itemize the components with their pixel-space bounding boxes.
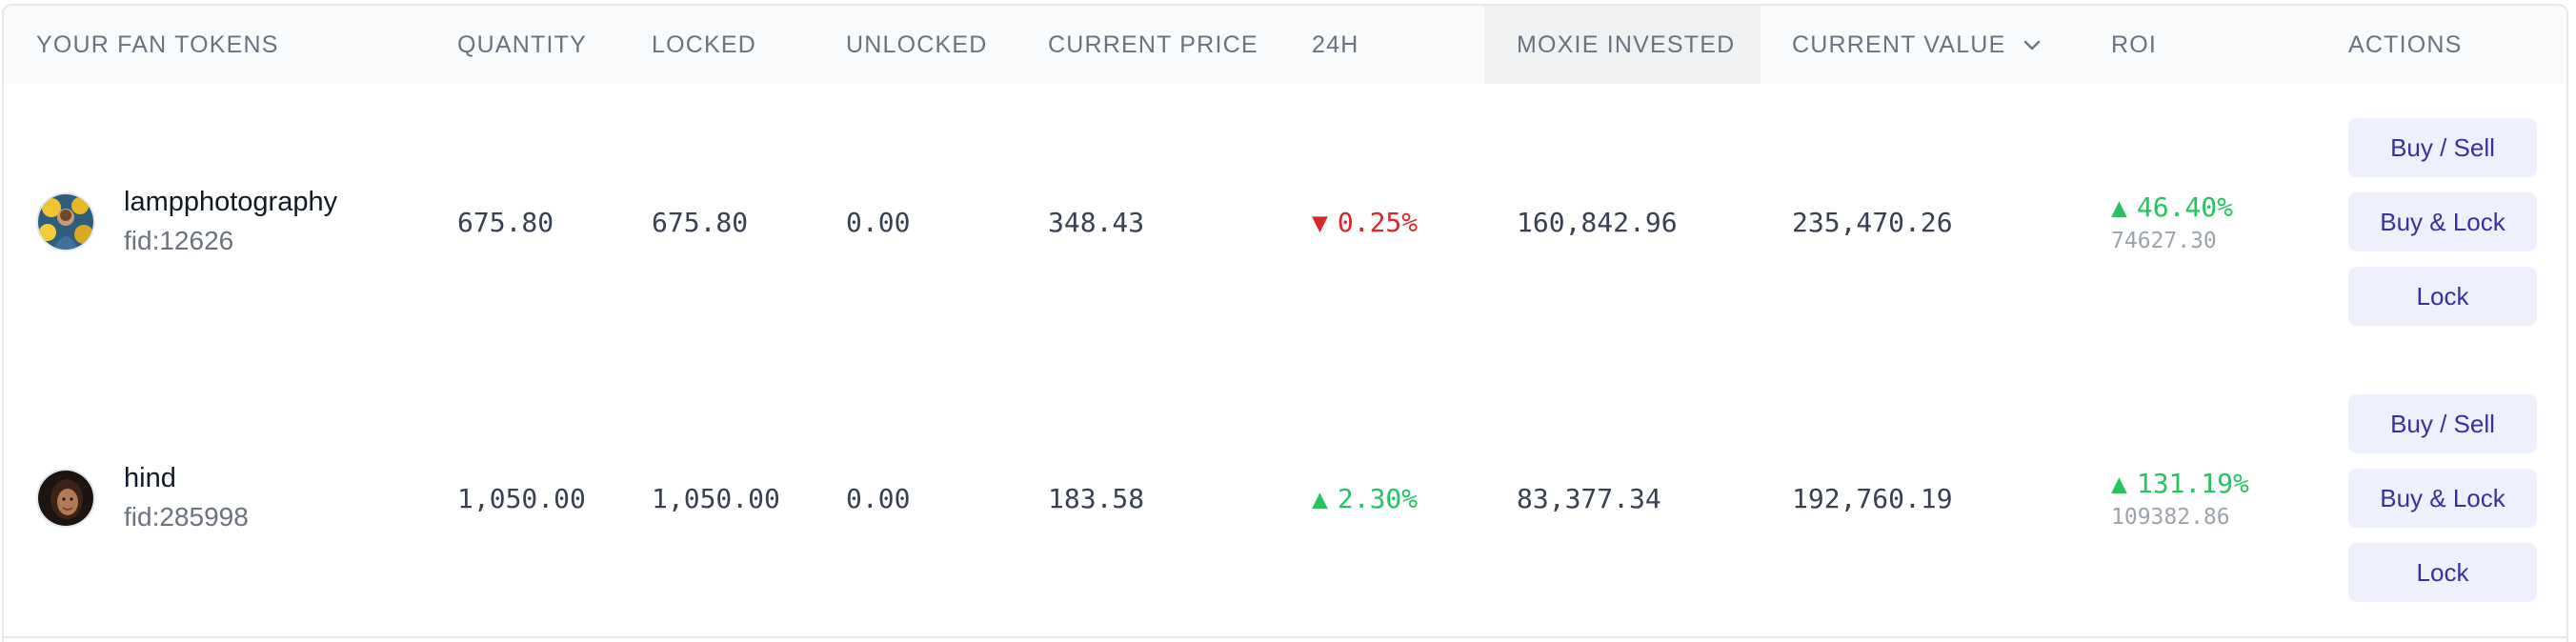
current-value-value: 235,470.26 <box>1792 206 1953 238</box>
roi-percent-value: 131.19% <box>2136 467 2249 499</box>
username: lampphotography <box>124 187 338 217</box>
buy-lock-button[interactable]: Buy & Lock <box>2348 469 2537 528</box>
roi-absolute: 74627.30 <box>2111 228 2217 253</box>
header-moxie-invested-label: MOXIE INVESTED <box>1517 30 1736 58</box>
roi-percent-value: 46.40% <box>2136 191 2234 223</box>
change-24h-value: 2.30% <box>1337 482 1419 514</box>
avatar <box>36 192 95 251</box>
header-24h: 24H <box>1312 30 1359 58</box>
moxie-invested-value: 160,842.96 <box>1517 206 1678 238</box>
lock-button[interactable]: Lock <box>2348 267 2537 326</box>
lock-button[interactable]: Lock <box>2348 543 2537 602</box>
header-current-value-label: CURRENT VALUE <box>1792 30 2006 58</box>
triangle-down-icon: ▼ <box>1312 206 1328 238</box>
table-row: lampphotography fid:12626 675.80 675.80 … <box>4 84 2566 362</box>
fan-tokens-table: YOUR FAN TOKENS QUANTITY LOCKED UNLOCKED… <box>2 4 2568 642</box>
locked-value: 1,050.00 <box>652 482 780 514</box>
avatar <box>36 469 95 528</box>
buy-sell-button[interactable]: Buy / Sell <box>2348 394 2537 453</box>
roi-cell: ▲ 131.19% 109382.86 <box>2111 360 2249 636</box>
header-actions: ACTIONS <box>2348 30 2463 58</box>
roi-percent: ▲ 131.19% <box>2111 468 2249 499</box>
header-locked: LOCKED <box>652 30 757 58</box>
header-current-price: CURRENT PRICE <box>1048 30 1258 58</box>
header-current-value[interactable]: CURRENT VALUE <box>1792 6 2042 84</box>
fid: fid:285998 <box>124 502 249 532</box>
quantity-value: 675.80 <box>457 206 554 238</box>
actions-cell: Buy / Sell Buy & Lock Lock <box>2348 84 2537 360</box>
locked-value: 675.80 <box>652 206 749 238</box>
change-24h-value: 0.25% <box>1337 206 1419 238</box>
roi-percent: ▲ 46.40% <box>2111 191 2233 223</box>
header-unlocked: UNLOCKED <box>846 30 988 58</box>
current-price-value: 348.43 <box>1048 206 1145 238</box>
header-roi: ROI <box>2111 30 2158 58</box>
buy-sell-button[interactable]: Buy / Sell <box>2348 118 2537 177</box>
actions-cell: Buy / Sell Buy & Lock Lock <box>2348 360 2537 636</box>
username: hind <box>124 463 176 493</box>
token-cell[interactable]: lampphotography fid:12626 <box>36 84 337 360</box>
token-cell[interactable]: hind fid:285998 <box>36 360 249 636</box>
current-value-value: 192,760.19 <box>1792 482 1953 514</box>
header-your-fan-tokens: YOUR FAN TOKENS <box>36 30 279 58</box>
triangle-up-icon: ▲ <box>2111 467 2127 499</box>
buy-lock-button[interactable]: Buy & Lock <box>2348 192 2537 251</box>
table-header: YOUR FAN TOKENS QUANTITY LOCKED UNLOCKED… <box>4 6 2566 84</box>
change-24h: ▼ 0.25% <box>1312 84 1418 360</box>
current-price-value: 183.58 <box>1048 482 1145 514</box>
moxie-invested-value: 83,377.34 <box>1517 482 1661 514</box>
triangle-up-icon: ▲ <box>2111 191 2127 223</box>
header-quantity: QUANTITY <box>457 30 587 58</box>
unlocked-value: 0.00 <box>846 482 911 514</box>
triangle-up-icon: ▲ <box>1312 482 1328 514</box>
header-moxie-invested[interactable]: MOXIE INVESTED <box>1484 6 1761 84</box>
unlocked-value: 0.00 <box>846 206 911 238</box>
change-24h: ▲ 2.30% <box>1312 360 1418 636</box>
roi-cell: ▲ 46.40% 74627.30 <box>2111 84 2233 360</box>
table-row: hind fid:285998 1,050.00 1,050.00 0.00 1… <box>4 360 2566 638</box>
quantity-value: 1,050.00 <box>457 482 586 514</box>
fid: fid:12626 <box>124 226 234 255</box>
chevron-down-icon[interactable] <box>2023 31 2042 59</box>
roi-absolute: 109382.86 <box>2111 504 2230 530</box>
